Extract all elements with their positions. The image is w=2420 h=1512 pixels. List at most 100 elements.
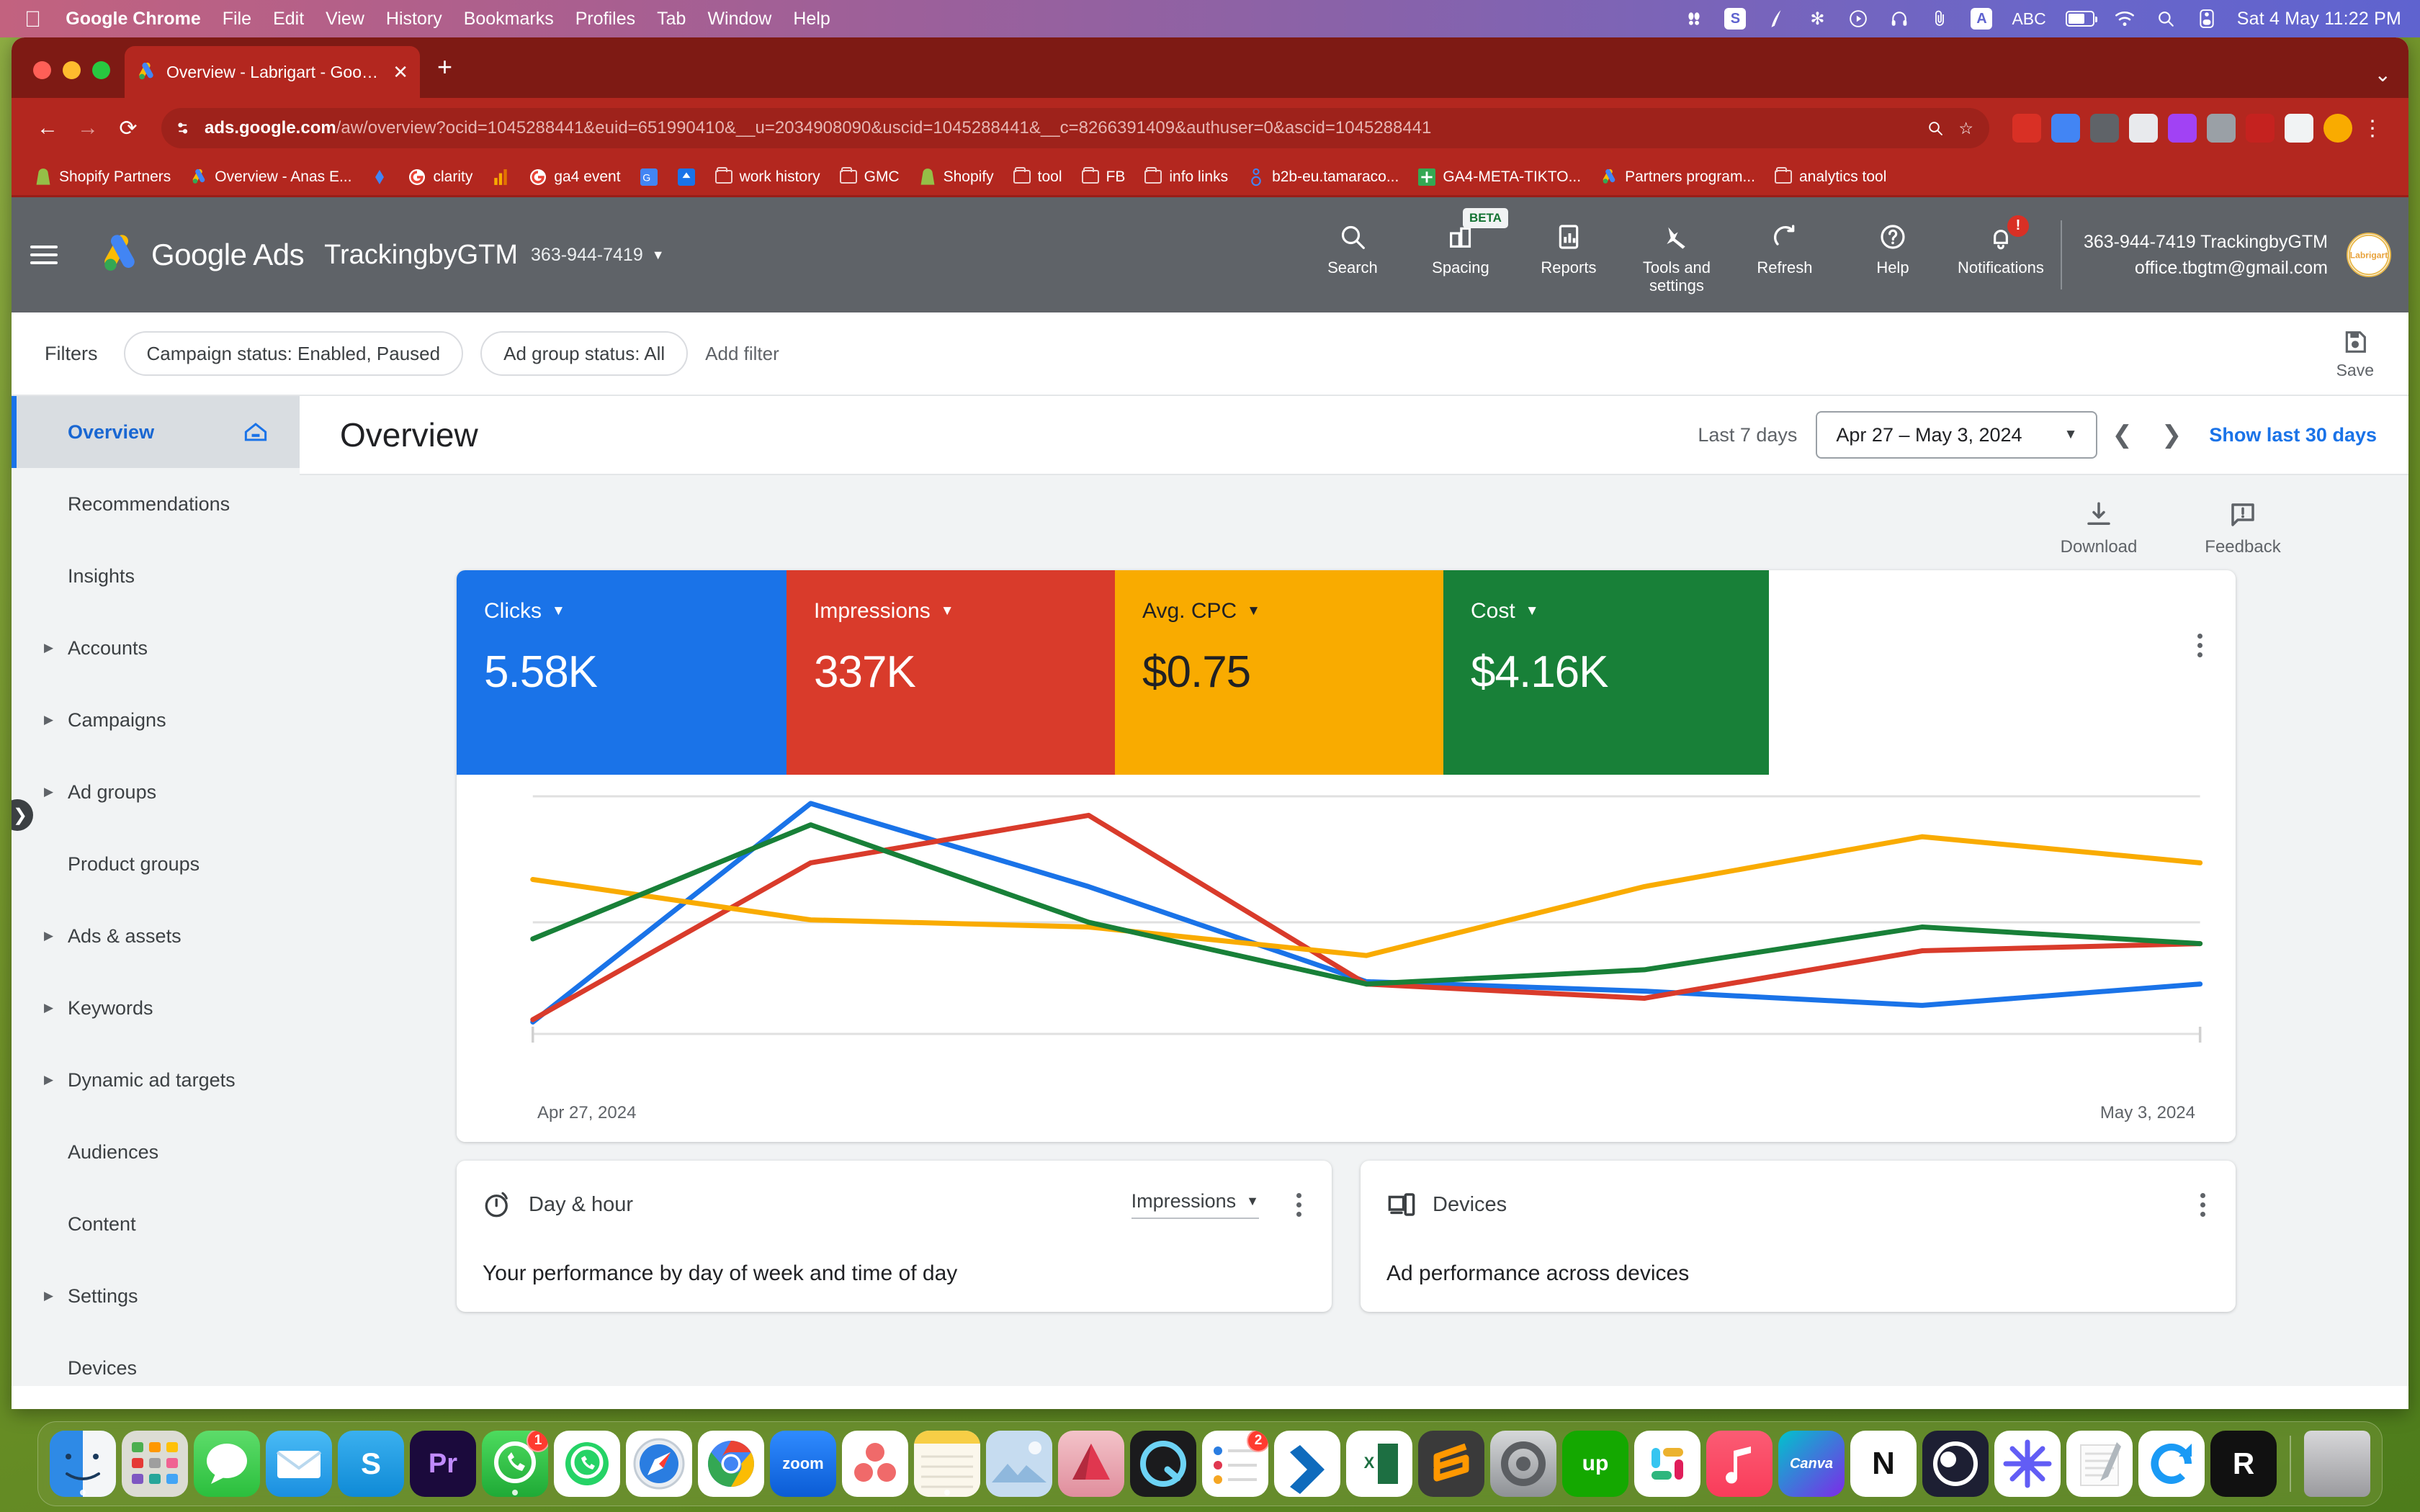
bookmark-overview-anas[interactable]: Overview - Anas E... xyxy=(180,168,361,186)
sidebar-item-keywords[interactable]: ▶ Keywords xyxy=(12,972,300,1044)
sidebar-item-ads-assets[interactable]: ▶ Ads & assets xyxy=(12,900,300,972)
dock-item-quicktime[interactable] xyxy=(1130,1431,1196,1497)
sidebar-item-settings[interactable]: ▶ Settings xyxy=(12,1260,300,1332)
card-kebab-menu[interactable] xyxy=(1296,1192,1301,1217)
chevron-down-icon[interactable]: ▼ xyxy=(1525,603,1539,619)
bookmark-b2b-eu[interactable]: b2b-eu.tamaraco... xyxy=(1237,168,1408,186)
account-summary[interactable]: 363-944-7419 TrackingbyGTM office.tbgtm@… xyxy=(2060,220,2391,289)
dock-item-safari[interactable] xyxy=(626,1431,692,1497)
dock-item-finder[interactable] xyxy=(50,1431,116,1497)
bookmark-analytics-tool[interactable]: analytics tool xyxy=(1765,167,1896,186)
performance-card-kebab[interactable] xyxy=(2197,634,2202,657)
extension-icon-5[interactable] xyxy=(2168,114,2197,143)
dock-item-skype[interactable]: S xyxy=(338,1431,404,1497)
feedback-button[interactable]: Feedback xyxy=(2171,500,2315,557)
dock-item-notes[interactable] xyxy=(914,1431,980,1497)
bookmark-partners-program[interactable]: Partners program... xyxy=(1590,168,1765,186)
dock-item-dropbox-sync[interactable] xyxy=(2138,1431,2205,1497)
player-icon[interactable] xyxy=(1847,8,1869,30)
bookmark-gmc[interactable]: GMC xyxy=(830,167,909,186)
dock-item-whatsapp-business[interactable]: 1 xyxy=(482,1431,548,1497)
scorecard-cost[interactable]: Cost ▼ $4.16K xyxy=(1443,570,1769,775)
control-center-icon[interactable] xyxy=(2196,8,2218,30)
window-close-button[interactable] xyxy=(33,61,51,79)
profile-avatar-icon[interactable] xyxy=(2323,114,2352,143)
dock-item-premiere-pro[interactable]: Pr xyxy=(410,1431,476,1497)
add-filter-button[interactable]: Add filter xyxy=(705,343,779,365)
sidebar-item-content[interactable]: Content xyxy=(12,1188,300,1260)
header-search-button[interactable]: Search xyxy=(1299,215,1407,276)
headphones-icon[interactable] xyxy=(1888,8,1910,30)
dock-item-launchpad[interactable] xyxy=(122,1431,188,1497)
scorecard-clicks[interactable]: Clicks ▼ 5.58K xyxy=(457,570,786,775)
browser-tab-active[interactable]: Overview - Labrigart - Google ✕ xyxy=(125,46,420,98)
dock-item-excel[interactable]: X xyxy=(1346,1431,1412,1497)
menu-item-view[interactable]: View xyxy=(326,9,364,30)
menu-item-help[interactable]: Help xyxy=(793,9,830,30)
menu-item-history[interactable]: History xyxy=(386,9,442,30)
menu-item-profiles[interactable]: Profiles xyxy=(575,9,635,30)
bookmark-shopify-partners[interactable]: Shopify Partners xyxy=(24,168,180,186)
extension-icon-4[interactable] xyxy=(2129,114,2158,143)
header-refresh-button[interactable]: Refresh xyxy=(1731,215,1839,276)
reload-icon[interactable]: ⟳ xyxy=(108,108,148,148)
dock-item-apple-music[interactable] xyxy=(1706,1431,1773,1497)
dock-item-slack[interactable] xyxy=(1634,1431,1700,1497)
dock-item-mail[interactable] xyxy=(266,1431,332,1497)
header-help-button[interactable]: Help xyxy=(1839,215,1947,276)
download-button[interactable]: Download xyxy=(2027,500,2171,557)
dock-item-canva[interactable]: Canva xyxy=(1778,1431,1845,1497)
address-bar[interactable]: ads.google.com/aw/overview?ocid=10452884… xyxy=(161,108,1989,148)
dock-item-pages[interactable] xyxy=(2066,1431,2133,1497)
sidebar-item-devices[interactable]: Devices xyxy=(12,1332,300,1404)
avatar[interactable]: Labrigart xyxy=(2347,233,2391,277)
sidebar-item-overview[interactable]: Overview xyxy=(12,396,300,468)
chevron-down-icon[interactable]: ▼ xyxy=(941,603,954,619)
google-ads-logo[interactable]: Google Ads xyxy=(98,233,305,276)
new-tab-button[interactable]: + xyxy=(437,52,452,98)
dock-item-whatsapp[interactable] xyxy=(554,1431,620,1497)
prev-period-button[interactable]: ❮ xyxy=(2097,420,2147,449)
dock-item-loom[interactable] xyxy=(1994,1431,2061,1497)
window-minimize-button[interactable] xyxy=(63,61,81,79)
next-period-button[interactable]: ❯ xyxy=(2147,420,2197,449)
sidebar-item-ad-groups[interactable]: ▶ Ad groups xyxy=(12,756,300,828)
date-range-picker[interactable]: Apr 27 – May 3, 2024 ▼ xyxy=(1816,411,2098,459)
card-kebab-menu[interactable] xyxy=(2200,1192,2205,1217)
menu-item-bookmarks[interactable]: Bookmarks xyxy=(464,9,554,30)
menu-item-edit[interactable]: Edit xyxy=(273,9,304,30)
sidebar-item-accounts[interactable]: ▶ Accounts xyxy=(12,612,300,684)
show-last-30-days-link[interactable]: Show last 30 days xyxy=(2209,424,2377,446)
extension-icon-6[interactable] xyxy=(2207,114,2236,143)
extension-icon-1[interactable] xyxy=(2012,114,2041,143)
menu-item-tab[interactable]: Tab xyxy=(657,9,686,30)
dock-item-messages[interactable] xyxy=(194,1431,260,1497)
bookmark-looker[interactable] xyxy=(361,168,398,186)
dock-item-sublime-text[interactable] xyxy=(1418,1431,1484,1497)
bookmark-work-history[interactable]: work history xyxy=(705,167,830,186)
bookmark-analytics[interactable] xyxy=(482,168,519,186)
apple-icon[interactable]:  xyxy=(24,8,41,30)
dock-item-reminders[interactable]: 2 xyxy=(1202,1431,1268,1497)
dock-item-photos[interactable] xyxy=(986,1431,1052,1497)
dock-item-system-settings[interactable] xyxy=(1490,1431,1556,1497)
wifi-icon[interactable] xyxy=(2114,8,2136,30)
sidebar-item-product-groups[interactable]: Product groups xyxy=(12,828,300,900)
dock-item-obs[interactable] xyxy=(1922,1431,1989,1497)
extension-icon-7[interactable] xyxy=(2246,114,2275,143)
metric-selector[interactable]: Impressions ▼ xyxy=(1131,1190,1259,1219)
kebab-menu-icon[interactable]: ⋮ xyxy=(2352,108,2393,148)
dock-item-rstudio[interactable]: R xyxy=(2210,1431,2277,1497)
bookmark-ga4-meta-tiktok[interactable]: GA4-META-TIKTO... xyxy=(1408,168,1590,186)
bookmark-tool[interactable]: tool xyxy=(1003,167,1072,186)
sidebar-item-recommendations[interactable]: Recommendations xyxy=(12,468,300,540)
scorecard-avg-cpc[interactable]: Avg. CPC ▼ $0.75 xyxy=(1115,570,1443,775)
search-icon[interactable] xyxy=(2155,8,2177,30)
dock-item-upwork[interactable]: up xyxy=(1562,1431,1628,1497)
star-icon[interactable]: ☆ xyxy=(1958,119,1973,138)
bookmark-ga4-event[interactable]: ga4 event xyxy=(519,168,629,186)
dock-item-trash[interactable] xyxy=(2304,1431,2370,1497)
header-spacing-button[interactable]: BETA Spacing xyxy=(1407,207,1515,276)
dock-item-notion[interactable]: N xyxy=(1850,1431,1917,1497)
bookmark-translate[interactable]: G xyxy=(630,168,668,186)
